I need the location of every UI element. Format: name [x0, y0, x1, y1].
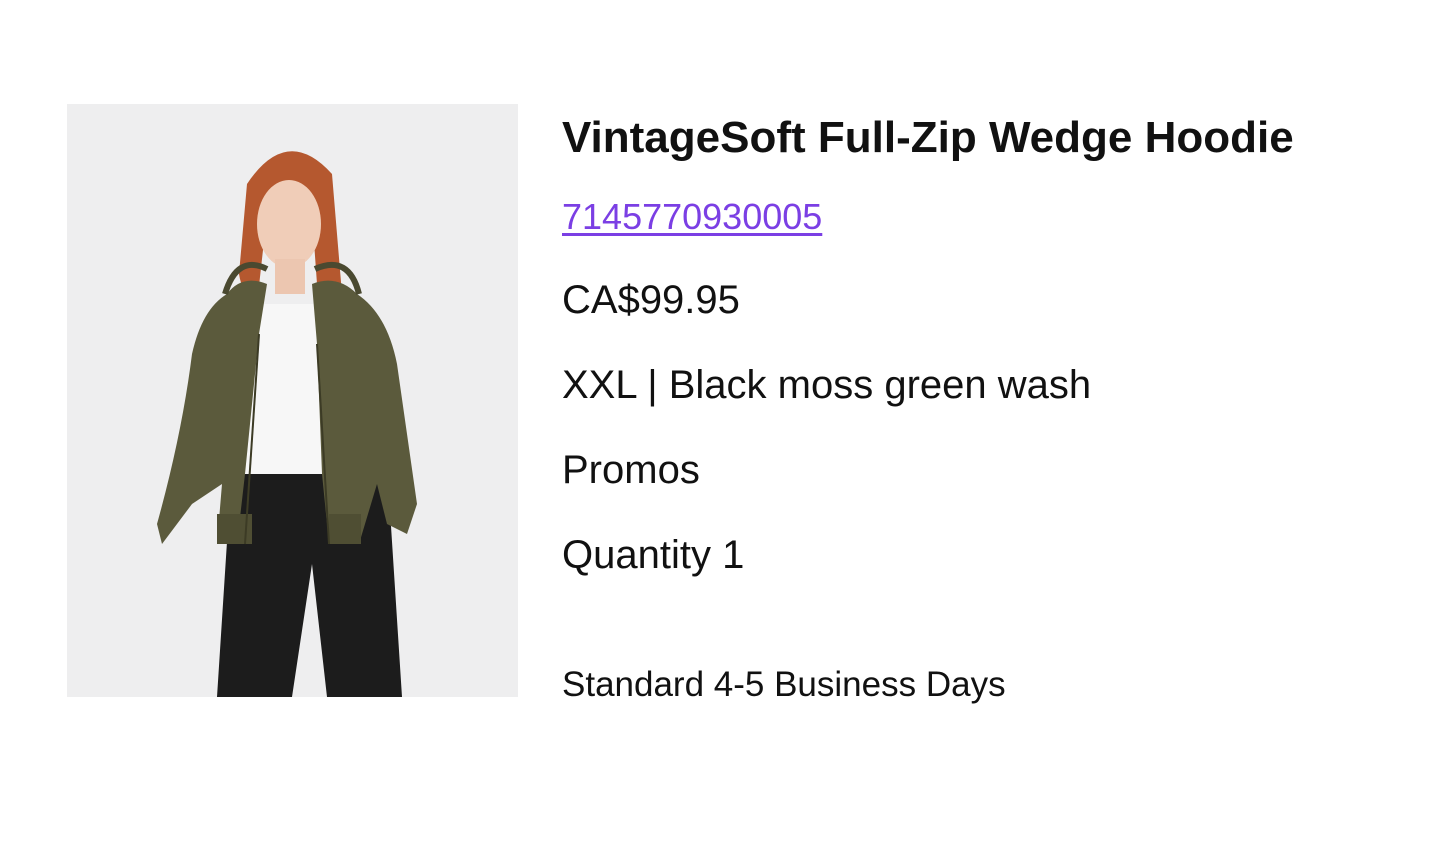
product-title: VintageSoft Full-Zip Wedge Hoodie	[562, 113, 1294, 162]
shipping-method: Standard 4-5 Business Days	[562, 665, 1006, 704]
promos-label: Promos	[562, 448, 700, 492]
quantity-label: Quantity 1	[562, 533, 745, 577]
product-image[interactable]	[67, 104, 518, 697]
product-variant: XXL | Black moss green wash	[562, 363, 1092, 407]
product-sku-link[interactable]: 7145770930005	[562, 196, 822, 238]
product-photo-icon	[67, 104, 518, 697]
order-item-card: VintageSoft Full-Zip Wedge Hoodie 714577…	[0, 0, 1440, 857]
product-price: CA$99.95	[562, 278, 740, 322]
